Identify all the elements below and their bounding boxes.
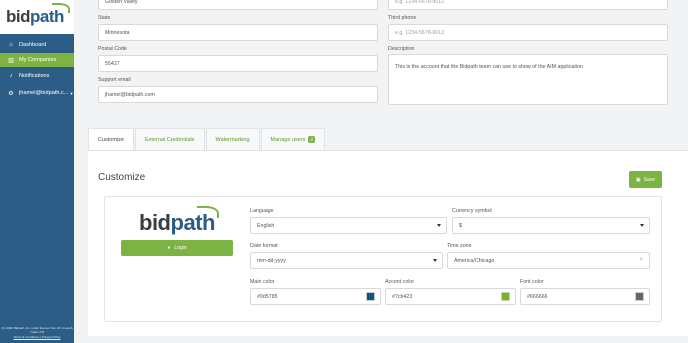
company-logo-preview: bidpath	[139, 206, 219, 236]
time-zone-label: Time zone	[447, 243, 472, 249]
state-label: State	[98, 15, 111, 21]
tab-external-credentials[interactable]: External Credentials	[134, 128, 205, 150]
caret-down-icon	[640, 224, 644, 227]
user-icon: ●	[167, 245, 171, 251]
city-field[interactable]: Golden Valley	[98, 0, 378, 10]
main-color-label: Main color	[250, 279, 275, 285]
caret-down-icon	[433, 259, 437, 262]
date-format-label: Date format	[250, 243, 278, 249]
description-label: Description	[388, 46, 415, 52]
third-phone-field[interactable]: e.g. 1234-5678-9012	[388, 24, 668, 41]
main-color-field[interactable]: #0d5785	[250, 288, 381, 305]
sidebar-item-label: Dashboard	[19, 42, 47, 48]
tab-label: Manage users	[270, 136, 306, 143]
font-color-swatch[interactable]	[635, 292, 644, 301]
login-button[interactable]: ● Login	[121, 240, 233, 256]
main-color-value: #0d5785	[257, 293, 278, 300]
main-content: Golden Valley e.g. 1234-5678-9012 State …	[74, 0, 688, 343]
date-format-select[interactable]: mm-dd-yyyy	[250, 252, 443, 269]
brand-logo[interactable]: bidpath	[0, 0, 74, 34]
sidebar-footer: (C) 2020 Bidpath, Inc. under license fro…	[0, 326, 74, 339]
font-color-field[interactable]: #666666	[520, 288, 650, 305]
sidebar-item-label: jhamel@bidpath.c...	[19, 90, 69, 96]
font-color-label: Font color	[520, 279, 544, 285]
tab-label: External Credentials	[144, 136, 195, 143]
accent-color-field[interactable]: #7cb423	[385, 288, 516, 305]
time-zone-value: America/Chicago	[454, 257, 495, 264]
state-field[interactable]: Minnesota	[98, 24, 378, 41]
building-icon: ▥	[8, 57, 14, 64]
clear-icon[interactable]: ×	[639, 257, 643, 263]
support-email-field[interactable]: jhamel@bidpath.com	[98, 86, 378, 103]
sidebar-item-dashboard[interactable]: ⌂ Dashboard	[0, 37, 74, 53]
copyright-text: (C) 2020 Bidpath, Inc. under license fro…	[1, 326, 73, 334]
logo-text-bid: bid	[139, 210, 171, 235]
accent-color-label: Accent color	[385, 279, 415, 285]
gear-icon: ⚙	[8, 90, 14, 97]
postal-code-field[interactable]: 55427	[98, 55, 378, 72]
date-format-value: mm-dd-yyyy	[257, 257, 286, 264]
main-color-swatch[interactable]	[366, 292, 375, 301]
sidebar-item-label: Notifications	[19, 73, 50, 79]
support-email-label: Support email	[98, 77, 131, 83]
sidebar-item-notifications[interactable]: ♪ Notifications	[0, 68, 74, 84]
bell-icon: ♪	[9, 73, 13, 79]
language-value: English	[257, 222, 275, 229]
time-zone-select[interactable]: America/Chicago ×	[447, 252, 650, 269]
login-button-label: Login	[174, 245, 187, 251]
tab-customize[interactable]: Customize	[88, 128, 134, 150]
description-textarea[interactable]: This is the account that the Bidpath tea…	[388, 54, 668, 105]
accent-color-swatch[interactable]	[501, 292, 510, 301]
logo-text-bid: bid	[6, 7, 31, 26]
postal-code-label: Postal Code	[98, 46, 127, 52]
page-title: Customize	[98, 172, 146, 183]
user-count-badge: 3	[308, 136, 315, 143]
third-phone-label: Third phone	[388, 15, 417, 21]
currency-value: $	[459, 222, 462, 229]
second-phone-field[interactable]: e.g. 1234-5678-9012	[388, 0, 668, 10]
sidebar-item-my-companies[interactable]: ▥ My Companies	[0, 53, 74, 67]
language-label: Language	[250, 208, 274, 214]
language-select[interactable]: English	[250, 217, 447, 234]
save-icon: ▣	[635, 176, 641, 183]
caret-down-icon	[437, 224, 441, 227]
tab-watermarking[interactable]: Watermarking	[205, 128, 260, 150]
accent-color-value: #7cb423	[392, 293, 413, 300]
tab-manage-users[interactable]: Manage users 3	[260, 128, 325, 150]
sidebar-item-label: My Companies	[19, 57, 57, 63]
sidebar: bidpath ⌂ Dashboard ▥ My Companies ♪ Not…	[0, 0, 74, 343]
save-button-label: Save	[643, 176, 656, 183]
tab-bar: Customize External Credentials Watermark…	[88, 128, 326, 150]
tab-label: Watermarking	[215, 136, 250, 143]
currency-select[interactable]: $	[452, 217, 650, 234]
save-button[interactable]: ▣ Save	[629, 171, 662, 188]
currency-label: Currency symbol	[452, 208, 492, 214]
footer-links[interactable]: Terms & Conditions | Privacy Policy	[0, 335, 74, 339]
font-color-value: #666666	[527, 293, 548, 300]
tab-label: Customize	[98, 136, 124, 143]
chevron-down-icon: ▼	[69, 90, 74, 96]
home-icon: ⌂	[9, 42, 13, 48]
sidebar-item-user-menu[interactable]: ⚙ jhamel@bidpath.c... ▼	[0, 85, 74, 101]
